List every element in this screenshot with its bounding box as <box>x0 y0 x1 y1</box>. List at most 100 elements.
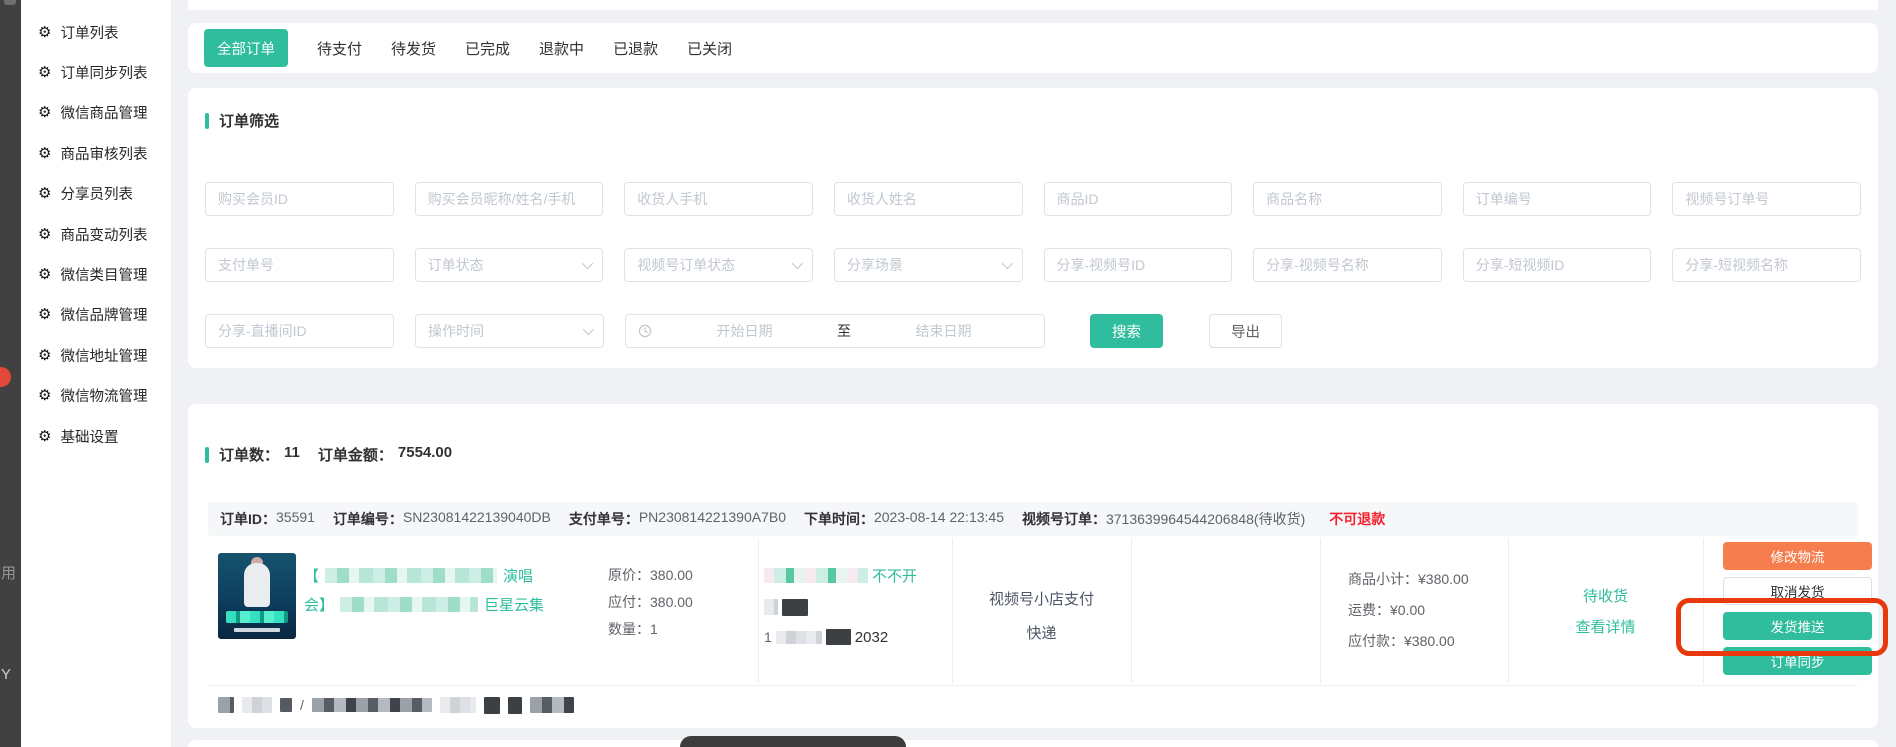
gear-icon: ⚙ <box>38 146 51 161</box>
view-detail-link[interactable]: 查看详情 <box>1508 616 1703 637</box>
filter-select-channel-order-status[interactable]: 视频号订单状态 <box>624 248 813 282</box>
price-quantity: 数量：1 <box>608 616 693 643</box>
filter-input-share-video-name[interactable] <box>1672 248 1861 282</box>
subtotal: 商品小计：¥380.00 <box>1348 564 1469 595</box>
export-button[interactable]: 导出 <box>1209 314 1282 348</box>
sidebar-item-wechat-address-mgmt[interactable]: ⚙微信地址管理 <box>21 335 171 375</box>
tab-completed[interactable]: 已完成 <box>465 38 510 59</box>
start-date-placeholder[interactable]: 开始日期 <box>656 321 833 341</box>
gear-icon: ⚙ <box>38 307 51 322</box>
tab-pending-shipment[interactable]: 待发货 <box>391 38 436 59</box>
gear-icon: ⚙ <box>38 267 51 282</box>
product-title[interactable]: 【 演唱 会】 巨星云集 <box>304 564 614 622</box>
censored-block <box>484 697 500 714</box>
censored-block <box>530 697 574 713</box>
censored-block <box>312 698 432 712</box>
filter-input-channel-order-no[interactable] <box>1672 182 1861 216</box>
date-range-picker[interactable]: 开始日期 至 结束日期 <box>625 314 1045 348</box>
gear-icon: ⚙ <box>38 388 51 403</box>
shipment-push-button[interactable]: 发货推送 <box>1723 612 1872 640</box>
filter-input-buyer-nickname[interactable] <box>415 182 604 216</box>
modify-logistics-button[interactable]: 修改物流 <box>1723 542 1872 570</box>
sidebar-item-label: 订单列表 <box>60 22 118 43</box>
order-time-label: 下单时间： <box>804 509 874 529</box>
buyer-phone-fragment: 2032 <box>855 629 888 646</box>
delivery-method: 快递 <box>952 622 1131 643</box>
filter-input-order-sn[interactable] <box>1463 182 1652 216</box>
title-fragment: 会】 <box>304 594 334 615</box>
filter-input-pay-no[interactable] <box>205 248 394 282</box>
filter-input-product-name[interactable] <box>1253 182 1442 216</box>
sidebar-item-label: 商品审核列表 <box>60 143 147 164</box>
select-placeholder: 视频号订单状态 <box>637 255 735 275</box>
order-list-panel: 订单数：11 订单金额：7554.00 订单ID：35591 订单编号：SN23… <box>188 404 1878 728</box>
address-separator: / <box>300 697 304 713</box>
tab-closed[interactable]: 已关闭 <box>687 38 732 59</box>
payment-method: 视频号小店支付 <box>952 588 1131 609</box>
tab-all-orders[interactable]: 全部订单 <box>204 29 288 67</box>
sidebar-item-wechat-category-mgmt[interactable]: ⚙ 微信类目管理 <box>21 254 171 294</box>
sidebar-item-wechat-logistics-mgmt[interactable]: ⚙微信物流管理 <box>21 376 171 416</box>
end-date-placeholder[interactable]: 结束日期 <box>855 321 1032 341</box>
tab-pending-payment[interactable]: 待支付 <box>317 38 362 59</box>
search-button[interactable]: 搜索 <box>1090 314 1163 348</box>
order-status-text: 待收货 <box>1508 585 1703 606</box>
clock-icon <box>638 324 652 338</box>
next-panel-partial <box>188 740 1878 747</box>
order-amount-label: 订单金额： <box>318 444 393 465</box>
filter-select-order-status[interactable]: 订单状态 <box>415 248 604 282</box>
filter-input-share-channel-name[interactable] <box>1253 248 1442 282</box>
tab-refunding[interactable]: 退款中 <box>539 38 584 59</box>
filter-input-product-id[interactable] <box>1044 182 1233 216</box>
sidebar-item-order-sync-list[interactable]: ⚙订单同步列表 <box>21 52 171 92</box>
filter-input-share-live-id[interactable] <box>205 314 394 348</box>
gear-icon: ⚙ <box>38 227 51 242</box>
sidebar-item-basic-settings[interactable]: ⚙基础设置 <box>21 416 171 456</box>
order-summary: 订单数：11 订单金额：7554.00 <box>205 444 452 465</box>
sidebar-item-label: 微信类目管理 <box>60 264 147 285</box>
chevron-down-icon <box>1001 258 1012 269</box>
filter-select-share-scene[interactable]: 分享场景 <box>834 248 1023 282</box>
sidebar-item-sharer-list[interactable]: ⚙分享员列表 <box>21 174 171 214</box>
tab-refunded[interactable]: 已退款 <box>613 38 658 59</box>
censored-block <box>776 631 822 644</box>
filter-input-share-video-id[interactable] <box>1463 248 1652 282</box>
sidebar-item-wechat-brand-mgmt[interactable]: ⚙微信品牌管理 <box>21 295 171 335</box>
censored-block <box>325 568 497 583</box>
column-divider <box>952 538 953 683</box>
sidebar-item-wechat-product-mgmt[interactable]: ⚙微信商品管理 <box>21 93 171 133</box>
price-original: 原价：380.00 <box>608 562 693 589</box>
filter-select-op-time[interactable]: 操作时间 <box>415 314 604 348</box>
gear-icon: ⚙ <box>38 429 51 444</box>
filter-input-receiver-phone[interactable] <box>624 182 813 216</box>
censored-block <box>218 697 234 713</box>
rail-text-fragment-top: 用 <box>1 562 16 583</box>
pay-no-value: PN230814221390A7B0 <box>639 509 786 529</box>
select-placeholder: 分享场景 <box>847 255 903 275</box>
price-payable: 应付：380.00 <box>608 589 693 616</box>
select-placeholder: 操作时间 <box>428 321 484 341</box>
column-divider <box>1131 538 1132 683</box>
gear-icon: ⚙ <box>38 65 51 80</box>
section-accent-bar <box>205 447 209 463</box>
sidebar-item-order-list[interactable]: ⚙订单列表 <box>21 12 171 52</box>
collapsed-rail: 用 Y <box>0 0 21 747</box>
filter-input-receiver-name[interactable] <box>834 182 1023 216</box>
filter-input-share-channel-id[interactable] <box>1044 248 1233 282</box>
filter-input-buyer-id[interactable] <box>205 182 394 216</box>
channel-order-value: 3713639964544206848(待收货) <box>1106 509 1305 529</box>
channel-order-label: 视频号订单： <box>1022 509 1106 529</box>
sidebar-item-product-review-list[interactable]: ⚙ 商品审核列表 <box>21 133 171 173</box>
cancel-shipment-button[interactable]: 取消发货 <box>1723 577 1872 605</box>
column-divider <box>1508 538 1509 683</box>
censored-block <box>764 568 868 583</box>
title-fragment: 演唱 <box>503 565 533 586</box>
filter-row-3: 操作时间 开始日期 至 结束日期 搜索 导出 <box>205 314 1861 348</box>
title-fragment: 【 <box>304 565 319 586</box>
filter-section-title: 订单筛选 <box>205 110 279 131</box>
poster-title-art <box>226 611 288 623</box>
chevron-down-icon <box>582 258 593 269</box>
rail-text-fragment-bottom: Y <box>1 666 11 683</box>
order-sync-button[interactable]: 订单同步 <box>1723 647 1872 675</box>
sidebar-item-product-change-list[interactable]: ⚙商品变动列表 <box>21 214 171 254</box>
